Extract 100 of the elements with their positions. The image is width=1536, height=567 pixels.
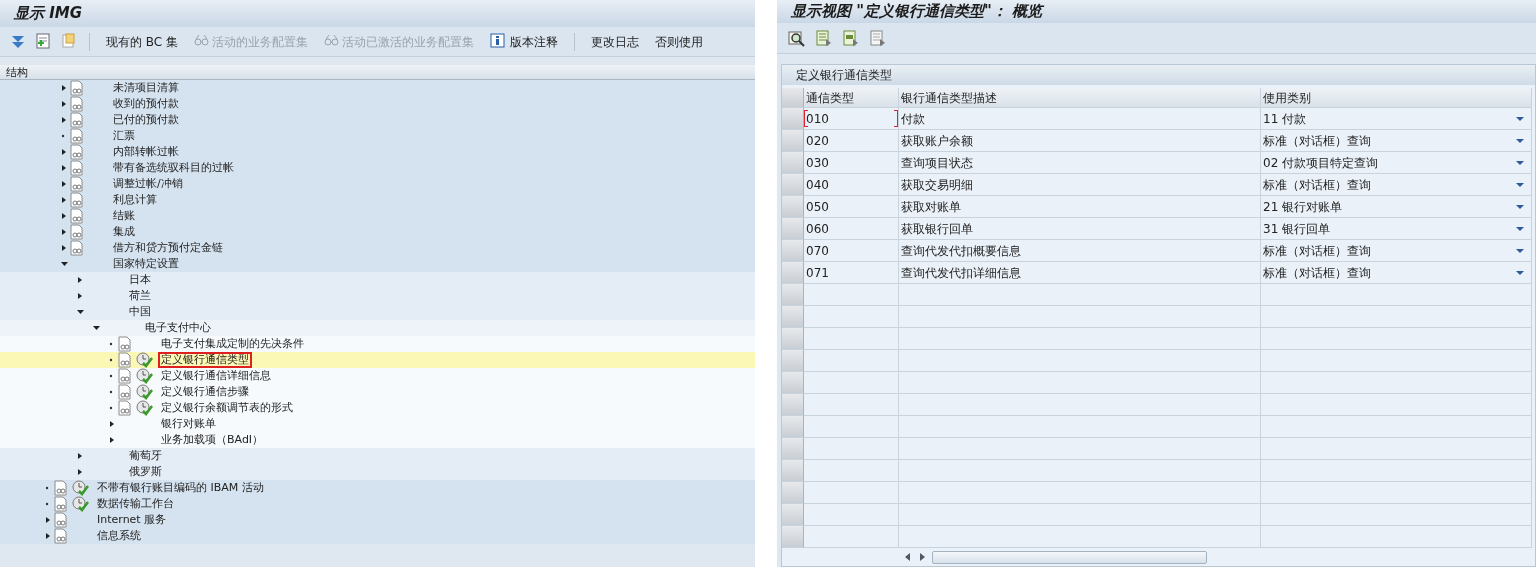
table-cell[interactable] [1261,306,1532,328]
table-cell[interactable] [1261,372,1532,394]
dropdown-field[interactable]: 11 付款 [1261,108,1532,130]
dropdown-field[interactable]: 标准（对话框）查询 [1261,174,1532,196]
dropdown-field[interactable]: 02 付款项目特定查询 [1261,152,1532,174]
tree-item[interactable]: 已付的预付款 [110,112,182,128]
table-cell[interactable] [804,482,899,504]
table-cell[interactable] [1261,504,1532,526]
row-selector[interactable] [782,460,804,482]
row-selector[interactable] [782,350,804,372]
tree-item[interactable]: 电子支付中心 [142,320,214,336]
table-cell[interactable]: 040 [804,174,899,196]
dropdown-field[interactable]: 标准（对话框）查询 [1261,240,1532,262]
table-cell[interactable] [804,416,899,438]
table-cell[interactable] [1261,482,1532,504]
expanded-arrow-icon[interactable] [60,259,69,269]
tree-item[interactable]: Internet 服务 [94,512,170,528]
table-cell[interactable] [899,328,1261,350]
tree-item[interactable]: 国家特定设置 [110,256,182,272]
table-cell[interactable] [899,306,1261,328]
toolbar-button[interactable]: 版本注释 [484,31,565,52]
tree-item[interactable]: 带有备选统驭科目的过帐 [110,160,237,176]
clock-check-icon[interactable] [136,400,153,416]
clock-check-icon[interactable] [136,384,153,400]
table-cell[interactable] [1261,526,1532,548]
tree-item[interactable]: 信息系统 [94,528,144,544]
column-header[interactable]: 使用类别 [1261,88,1532,108]
tree-item[interactable]: 业务加载项（BAdI） [158,432,267,448]
table-cell[interactable] [899,504,1261,526]
select-all-icon[interactable] [815,29,832,47]
table-cell[interactable] [1261,284,1532,306]
row-selector[interactable] [782,196,804,218]
deselect-all-icon[interactable] [869,29,886,47]
table-cell[interactable] [804,438,899,460]
clipboard-icon[interactable] [60,33,77,50]
select-all-button[interactable] [782,88,804,108]
tree-item[interactable]: 定义银行通信步骤 [158,384,252,400]
row-selector[interactable] [782,130,804,152]
document-icon[interactable] [53,480,68,496]
tree-item[interactable]: 汇票 [110,128,138,144]
row-selector[interactable] [782,152,804,174]
table-cell[interactable] [804,526,899,548]
tree-item[interactable]: 定义银行通信详细信息 [158,368,274,384]
tree-item[interactable]: 收到的预付款 [110,96,182,112]
table-cell[interactable] [1261,328,1532,350]
table-cell[interactable] [1261,460,1532,482]
table-cell[interactable]: 030 [804,152,899,174]
tree-item[interactable]: 未清项目清算 [110,80,182,96]
toolbar-button[interactable]: 现有的 BC 集 [100,31,185,52]
row-selector[interactable] [782,394,804,416]
table-cell[interactable] [804,284,899,306]
tree-item[interactable]: 利息计算 [110,192,160,208]
tree-item[interactable]: 结账 [110,208,138,224]
table-cell[interactable]: 070 [804,240,899,262]
table-cell[interactable] [899,394,1261,416]
row-selector[interactable] [782,306,804,328]
table-cell[interactable] [899,526,1261,548]
row-selector[interactable] [782,416,804,438]
table-cell[interactable]: 020 [804,130,899,152]
table-cell[interactable] [1261,416,1532,438]
row-selector[interactable] [782,108,804,130]
tree-item[interactable]: 日本 [126,272,154,288]
tree-item[interactable]: 调整过帐/冲销 [110,176,186,192]
document-add-icon[interactable] [35,33,52,50]
row-selector[interactable] [782,218,804,240]
tree-item[interactable]: 定义银行余额调节表的形式 [158,400,296,416]
table-cell[interactable] [899,416,1261,438]
table-cell[interactable] [899,460,1261,482]
tree-item[interactable]: 内部转帐过帐 [110,144,182,160]
table-cell[interactable]: 060 [804,218,899,240]
row-selector[interactable] [782,262,804,284]
tree-item[interactable]: 定义银行通信类型 [158,352,252,368]
clock-check-icon[interactable] [72,480,89,496]
dropdown-field[interactable]: 标准（对话框）查询 [1261,130,1532,152]
table-cell[interactable] [804,306,899,328]
scroll-right-icon[interactable] [918,552,926,562]
row-selector[interactable] [782,504,804,526]
table-cell[interactable] [899,284,1261,306]
document-icon[interactable] [117,384,132,400]
document-icon[interactable] [117,352,132,368]
row-selector[interactable] [782,482,804,504]
toolbar-button[interactable]: 否则使用 [649,31,710,52]
row-selector[interactable] [782,438,804,460]
select-block-icon[interactable] [842,29,859,47]
toolbar-button[interactable]: 更改日志 [585,31,646,52]
column-header[interactable]: 通信类型 [804,88,899,108]
dropdown-field[interactable]: 21 银行对账单 [1261,196,1532,218]
column-header[interactable]: 银行通信类型描述 [899,88,1261,108]
document-icon[interactable] [117,368,132,384]
table-cell[interactable] [899,482,1261,504]
table-cell[interactable] [804,372,899,394]
table-cell[interactable] [804,394,899,416]
table-cell[interactable] [899,372,1261,394]
row-selector[interactable] [782,526,804,548]
dropdown-field[interactable]: 标准（对话框）查询 [1261,262,1532,284]
tree-item[interactable]: 数据传输工作台 [94,496,177,512]
table-cell[interactable]: 050 [804,196,899,218]
tree-item[interactable]: 葡萄牙 [126,448,165,464]
dropdown-field[interactable]: 31 银行回单 [1261,218,1532,240]
table-cell[interactable] [1261,438,1532,460]
